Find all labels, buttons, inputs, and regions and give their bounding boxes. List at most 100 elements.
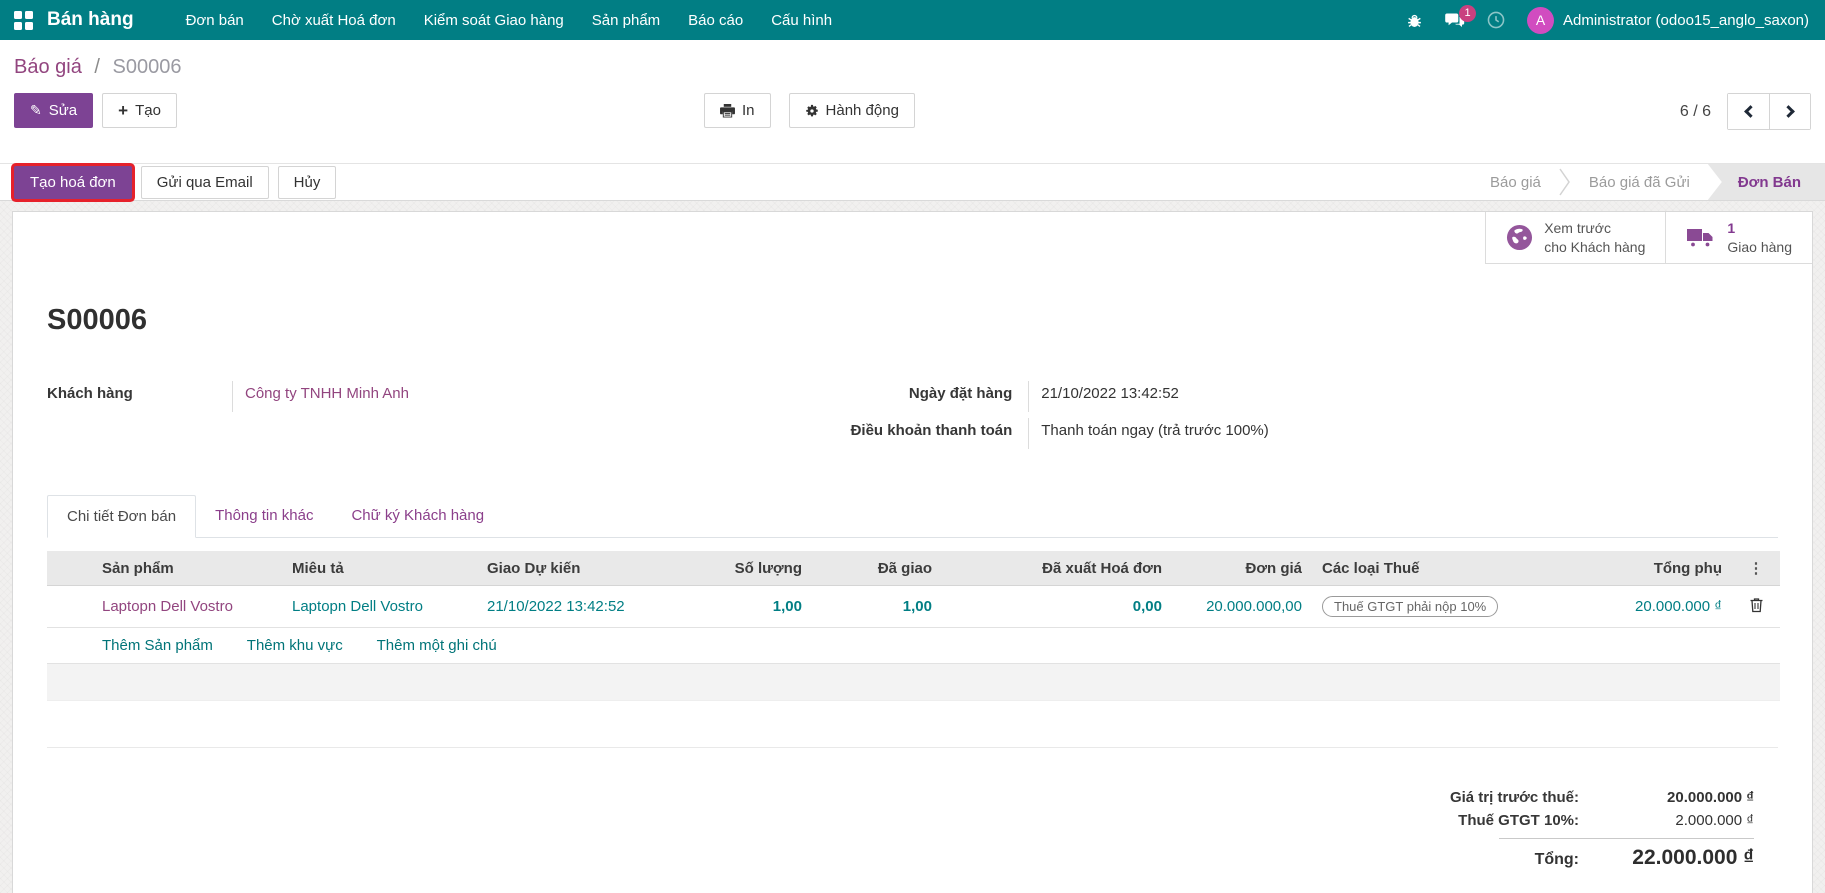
- delivered-column-header[interactable]: Đã giao: [812, 551, 942, 586]
- tab-other-info[interactable]: Thông tin khác: [196, 495, 332, 538]
- field-groups: Khách hàng Công ty TNHH Minh Anh Ngày đặ…: [47, 381, 1778, 455]
- subtotal-column-header[interactable]: Tổng phụ: [1562, 551, 1732, 586]
- vertical-dots-icon[interactable]: ⋮: [1749, 560, 1764, 577]
- add-note-link[interactable]: Thêm một ghi chú: [377, 637, 497, 654]
- preview-label: Xem trước cho Khách hàng: [1544, 220, 1646, 255]
- message-count-badge: 1: [1459, 4, 1477, 22]
- plus-icon: +: [118, 101, 129, 120]
- order-line-row[interactable]: Laptopn Dell Vostro Laptopn Dell Vostro …: [47, 585, 1780, 628]
- totals-block: Giá trị trước thuế: 20.000.000 ₫ Thuế GT…: [1404, 786, 1754, 873]
- messages-icon[interactable]: 1: [1445, 4, 1477, 29]
- customer-label: Khách hàng: [47, 385, 133, 402]
- handle-column-header: [47, 551, 92, 586]
- stage-quotation-sent[interactable]: Báo giá đã Gửi: [1571, 164, 1708, 200]
- menu-reporting[interactable]: Báo cáo: [674, 0, 757, 40]
- action-button[interactable]: Hành động: [788, 93, 915, 128]
- total-value: 22.000.000 ₫: [1632, 846, 1754, 869]
- breadcrumb-parent[interactable]: Báo giá: [14, 56, 82, 78]
- cancel-button[interactable]: Hủy: [277, 165, 337, 199]
- odoo-window: Bán hàng Đơn bán Chờ xuất Hoá đơn Kiểm s…: [0, 0, 1825, 893]
- breadcrumb-separator: /: [94, 56, 100, 78]
- breadcrumb-current: S00006: [112, 56, 182, 78]
- navbar-systray: 1 A Administrator (odoo15_anglo_saxon): [1406, 4, 1809, 34]
- activities-clock-icon[interactable]: [1487, 11, 1505, 29]
- control-panel: Báo giá / S00006 ✎ Sửa + Tạo In Hành độn…: [0, 40, 1825, 163]
- user-name: Administrator (odoo15_anglo_saxon): [1563, 11, 1809, 29]
- status-pipeline: Báo giá Báo giá đã Gửi Đơn Bán: [1472, 164, 1825, 200]
- row-delivered: 1,00: [812, 585, 942, 628]
- print-button[interactable]: In: [704, 93, 771, 128]
- form-statusbar: Tạo hoá đơn Gửi qua Email Hủy Báo giá Bá…: [0, 163, 1825, 201]
- order-lines-table: Sản phẩm Miêu tả Giao Dự kiến Số lượng Đ…: [47, 551, 1780, 701]
- tab-customer-signature[interactable]: Chữ ký Khách hàng: [332, 495, 503, 538]
- delivery-smart-button[interactable]: 1 Giao hàng: [1665, 212, 1812, 264]
- tax-amount-row: Thuế GTGT 10%: 2.000.000 ₫: [1404, 809, 1754, 832]
- order-date-field: Ngày đặt hàng 21/10/2022 13:42:52: [843, 381, 1778, 412]
- table-header-row: Sản phẩm Miêu tả Giao Dự kiến Số lượng Đ…: [47, 551, 1780, 586]
- quantity-column-header[interactable]: Số lượng: [692, 551, 812, 586]
- truck-icon: [1686, 226, 1716, 250]
- unit-price-column-header[interactable]: Đơn giá: [1172, 551, 1312, 586]
- add-section-link[interactable]: Thêm khu vực: [247, 637, 343, 654]
- tax-amount-label: Thuế GTGT 10%:: [1458, 812, 1579, 829]
- form-sheet: Xem trước cho Khách hàng 1 Giao hàng S00…: [12, 211, 1813, 893]
- send-by-email-button[interactable]: Gửi qua Email: [140, 165, 269, 199]
- untaxed-amount-row: Giá trị trước thuế: 20.000.000 ₫: [1404, 786, 1754, 809]
- row-subtotal: 20.000.000 ₫: [1562, 585, 1732, 628]
- smart-button-box: Xem trước cho Khách hàng 1 Giao hàng: [1485, 212, 1812, 264]
- total-label: Tổng:: [1534, 851, 1579, 868]
- menu-configuration[interactable]: Cấu hình: [757, 0, 846, 40]
- customer-preview-button[interactable]: Xem trước cho Khách hàng: [1485, 212, 1666, 264]
- pager-count: 6 / 6: [1679, 102, 1711, 120]
- add-product-link[interactable]: Thêm Sản phẩm: [102, 637, 213, 654]
- pager: 6 / 6: [1680, 93, 1811, 130]
- row-unit-price: 20.000.000,00: [1172, 585, 1312, 628]
- bug-icon[interactable]: [1406, 12, 1423, 29]
- stage-sales-order[interactable]: Đơn Bán: [1707, 164, 1825, 200]
- menu-orders[interactable]: Đơn bán: [172, 0, 258, 40]
- row-expected-delivery: 21/10/2022 13:42:52: [477, 585, 692, 628]
- stage-separator-icon: [1559, 164, 1571, 200]
- payment-terms-field: Điều khoản thanh toán Thanh toán ngay (t…: [843, 418, 1778, 449]
- chevron-right-icon: [1782, 105, 1795, 118]
- product-column-header[interactable]: Sản phẩm: [92, 551, 282, 586]
- description-column-header[interactable]: Miêu tả: [282, 551, 477, 586]
- menu-to-invoice[interactable]: Chờ xuất Hoá đơn: [258, 0, 410, 40]
- payment-terms-label: Điều khoản thanh toán: [850, 422, 1013, 439]
- content-background: Xem trước cho Khách hàng 1 Giao hàng S00…: [0, 201, 1825, 893]
- user-menu[interactable]: A Administrator (odoo15_anglo_saxon): [1527, 6, 1809, 34]
- pencil-icon: ✎: [30, 102, 42, 118]
- pager-previous-button[interactable]: [1728, 94, 1769, 129]
- globe-icon: [1506, 224, 1533, 251]
- order-date-label: Ngày đặt hàng: [908, 385, 1013, 402]
- apps-grid-icon[interactable]: [14, 10, 33, 30]
- menu-products[interactable]: Sản phẩm: [578, 0, 674, 40]
- delivery-date-column-header[interactable]: Giao Dự kiến: [477, 551, 692, 586]
- row-description: Laptopn Dell Vostro: [282, 585, 477, 628]
- stage-quotation[interactable]: Báo giá: [1472, 164, 1559, 200]
- pager-next-button[interactable]: [1769, 94, 1810, 129]
- notebook-tabs: Chi tiết Đơn bán Thông tin khác Chữ ký K…: [47, 495, 1778, 538]
- edit-button[interactable]: ✎ Sửa: [14, 93, 94, 128]
- invoiced-column-header[interactable]: Đã xuất Hoá đơn: [942, 551, 1172, 586]
- row-quantity: 1,00: [692, 585, 812, 628]
- create-invoice-button[interactable]: Tạo hoá đơn: [14, 165, 132, 199]
- row-invoiced: 0,00: [942, 585, 1172, 628]
- customer-link[interactable]: Công ty TNHH Minh Anh: [245, 385, 409, 402]
- tax-badge: Thuế GTGT phải nộp 10%: [1322, 596, 1499, 617]
- gear-icon: [805, 104, 819, 118]
- user-avatar: A: [1527, 6, 1555, 34]
- row-product-link[interactable]: Laptopn Dell Vostro: [102, 598, 233, 615]
- create-button[interactable]: + Tạo: [102, 93, 177, 128]
- add-line-row: Thêm Sản phẩm Thêm khu vực Thêm một ghi …: [47, 627, 1780, 664]
- menu-delivery-control[interactable]: Kiểm soát Giao hàng: [410, 0, 578, 40]
- printer-icon: [720, 103, 735, 118]
- totals-divider: [47, 747, 1778, 748]
- delete-row-icon[interactable]: [1749, 597, 1764, 613]
- tab-order-lines[interactable]: Chi tiết Đơn bán: [47, 495, 197, 538]
- app-name[interactable]: Bán hàng: [47, 9, 134, 31]
- delivery-label: 1 Giao hàng: [1727, 220, 1792, 255]
- taxes-column-header[interactable]: Các loại Thuế: [1312, 551, 1562, 586]
- empty-stripe-row: [47, 663, 1780, 701]
- main-menu: Đơn bán Chờ xuất Hoá đơn Kiểm soát Giao …: [172, 0, 847, 40]
